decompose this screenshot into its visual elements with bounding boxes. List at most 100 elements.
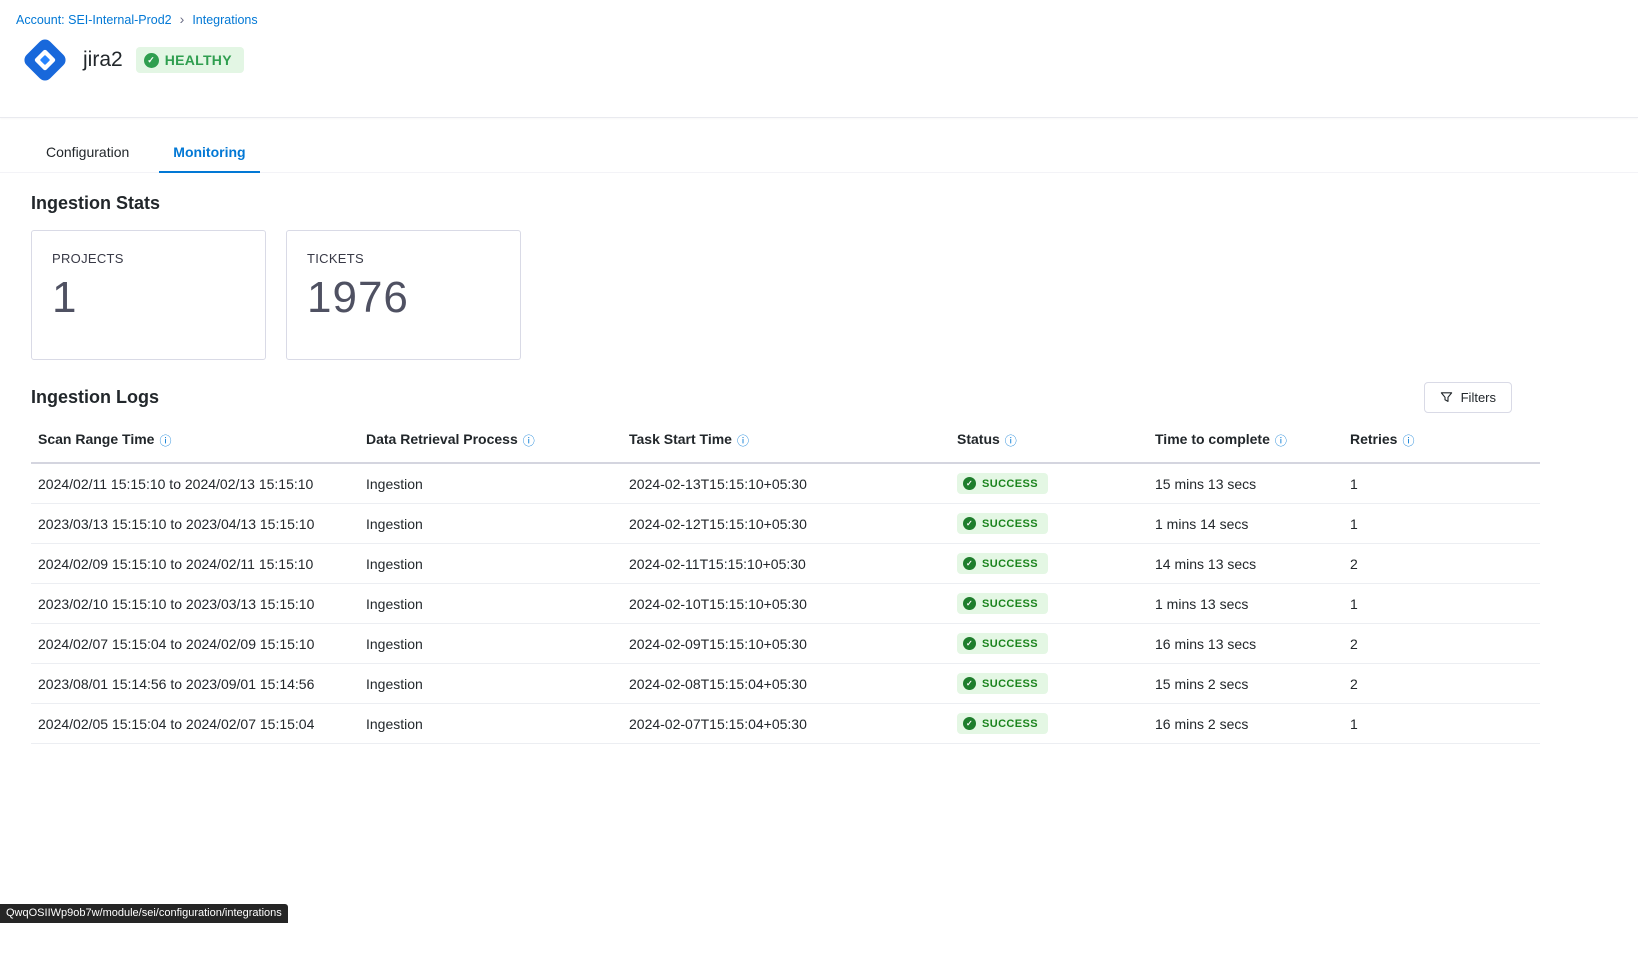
cell-process: Ingestion <box>359 584 622 624</box>
cell-scan_range: 2024/02/09 15:15:10 to 2024/02/11 15:15:… <box>31 544 359 584</box>
tab-configuration[interactable]: Configuration <box>32 134 143 172</box>
filters-button[interactable]: Filters <box>1424 382 1512 413</box>
column-header-status: Statusⓘ <box>950 421 1148 463</box>
tab-monitoring[interactable]: Monitoring <box>159 134 259 173</box>
cell-retries: 2 <box>1343 664 1540 704</box>
check-circle-icon: ✓ <box>963 517 976 530</box>
cell-task_start: 2024-02-08T15:15:04+05:30 <box>622 664 950 704</box>
stat-card-tickets: TICKETS 1976 <box>286 230 521 360</box>
cell-status: ✓ SUCCESS <box>950 664 1148 704</box>
cell-time_to_complete: 16 mins 13 secs <box>1148 624 1343 664</box>
info-icon[interactable]: ⓘ <box>1275 434 1287 448</box>
cell-task_start: 2024-02-11T15:15:10+05:30 <box>622 544 950 584</box>
status-badge: ✓ SUCCESS <box>957 633 1048 654</box>
status-label: SUCCESS <box>982 718 1038 730</box>
cell-process: Ingestion <box>359 664 622 704</box>
cell-retries: 1 <box>1343 504 1540 544</box>
stat-card-value: 1976 <box>307 274 500 322</box>
table-row: 2024/02/05 15:15:04 to 2024/02/07 15:15:… <box>31 704 1540 744</box>
status-label: SUCCESS <box>982 598 1038 610</box>
column-header-scan-range: Scan Range Timeⓘ <box>31 421 359 463</box>
cell-time_to_complete: 1 mins 13 secs <box>1148 584 1343 624</box>
check-circle-icon: ✓ <box>144 53 159 68</box>
check-circle-icon: ✓ <box>963 597 976 610</box>
cell-retries: 1 <box>1343 463 1540 504</box>
cell-process: Ingestion <box>359 504 622 544</box>
health-status-label: HEALTHY <box>165 52 232 68</box>
page-title: jira2 <box>83 48 123 72</box>
column-header-retries: Retriesⓘ <box>1343 421 1540 463</box>
info-icon[interactable]: ⓘ <box>1402 434 1414 448</box>
health-status-badge: ✓ HEALTHY <box>136 47 244 73</box>
check-circle-icon: ✓ <box>963 557 976 570</box>
filter-funnel-icon <box>1440 391 1453 404</box>
cell-process: Ingestion <box>359 463 622 504</box>
stat-card-label: PROJECTS <box>52 251 245 266</box>
status-badge: ✓ SUCCESS <box>957 713 1048 734</box>
status-label: SUCCESS <box>982 478 1038 490</box>
cell-time_to_complete: 1 mins 14 secs <box>1148 504 1343 544</box>
cell-status: ✓ SUCCESS <box>950 624 1148 664</box>
check-circle-icon: ✓ <box>963 637 976 650</box>
cell-process: Ingestion <box>359 624 622 664</box>
status-badge: ✓ SUCCESS <box>957 593 1048 614</box>
cell-scan_range: 2023/03/13 15:15:10 to 2023/04/13 15:15:… <box>31 504 359 544</box>
status-label: SUCCESS <box>982 518 1038 530</box>
stat-card-label: TICKETS <box>307 251 500 266</box>
cell-retries: 2 <box>1343 624 1540 664</box>
cell-time_to_complete: 14 mins 13 secs <box>1148 544 1343 584</box>
cell-status: ✓ SUCCESS <box>950 584 1148 624</box>
info-icon[interactable]: ⓘ <box>1005 434 1017 448</box>
check-circle-icon: ✓ <box>963 717 976 730</box>
cell-task_start: 2024-02-13T15:15:10+05:30 <box>622 463 950 504</box>
table-row: 2023/02/10 15:15:10 to 2023/03/13 15:15:… <box>31 584 1540 624</box>
status-badge: ✓ SUCCESS <box>957 553 1048 574</box>
status-label: SUCCESS <box>982 678 1038 690</box>
cell-status: ✓ SUCCESS <box>950 544 1148 584</box>
cell-status: ✓ SUCCESS <box>950 704 1148 744</box>
cell-scan_range: 2024/02/07 15:15:04 to 2024/02/09 15:15:… <box>31 624 359 664</box>
table-row: 2024/02/11 15:15:10 to 2024/02/13 15:15:… <box>31 463 1540 504</box>
status-bar-url: QwqOSIIWp9ob7w/module/sei/configuration/… <box>0 904 288 923</box>
page-header: Account: SEI-Internal-Prod2 › Integratio… <box>0 0 1638 118</box>
cell-time_to_complete: 15 mins 13 secs <box>1148 463 1343 504</box>
ingestion-logs-heading: Ingestion Logs <box>31 387 159 408</box>
column-header-process: Data Retrieval Processⓘ <box>359 421 622 463</box>
stat-card-value: 1 <box>52 274 245 322</box>
cell-scan_range: 2023/02/10 15:15:10 to 2023/03/13 15:15:… <box>31 584 359 624</box>
title-row: jira2 ✓ HEALTHY <box>16 35 1622 85</box>
breadcrumb: Account: SEI-Internal-Prod2 › Integratio… <box>16 13 1622 27</box>
filters-button-label: Filters <box>1461 390 1496 405</box>
info-icon[interactable]: ⓘ <box>159 434 171 448</box>
ingestion-logs-header: Ingestion Logs Filters <box>31 382 1540 413</box>
cell-retries: 2 <box>1343 544 1540 584</box>
table-header-row: Scan Range Timeⓘ Data Retrieval Processⓘ… <box>31 421 1540 463</box>
cell-process: Ingestion <box>359 544 622 584</box>
status-label: SUCCESS <box>982 638 1038 650</box>
info-icon[interactable]: ⓘ <box>737 434 749 448</box>
check-circle-icon: ✓ <box>963 477 976 490</box>
cell-task_start: 2024-02-12T15:15:10+05:30 <box>622 504 950 544</box>
table-row: 2024/02/07 15:15:04 to 2024/02/09 15:15:… <box>31 624 1540 664</box>
stat-card-projects: PROJECTS 1 <box>31 230 266 360</box>
check-circle-icon: ✓ <box>963 677 976 690</box>
breadcrumb-integrations-link[interactable]: Integrations <box>192 13 257 27</box>
status-badge: ✓ SUCCESS <box>957 473 1048 494</box>
cell-scan_range: 2024/02/05 15:15:04 to 2024/02/07 15:15:… <box>31 704 359 744</box>
info-icon[interactable]: ⓘ <box>523 434 535 448</box>
tab-bar: Configuration Monitoring <box>0 134 1638 173</box>
cell-time_to_complete: 16 mins 2 secs <box>1148 704 1343 744</box>
cell-scan_range: 2023/08/01 15:14:56 to 2023/09/01 15:14:… <box>31 664 359 704</box>
cell-task_start: 2024-02-07T15:15:04+05:30 <box>622 704 950 744</box>
main-content: Ingestion Stats PROJECTS 1 TICKETS 1976 … <box>0 173 1638 744</box>
column-header-task-start: Task Start Timeⓘ <box>622 421 950 463</box>
jira-logo-icon <box>20 35 70 85</box>
ingestion-stats-heading: Ingestion Stats <box>31 193 1638 214</box>
status-badge: ✓ SUCCESS <box>957 673 1048 694</box>
stat-cards: PROJECTS 1 TICKETS 1976 <box>31 230 1638 360</box>
breadcrumb-account-link[interactable]: Account: SEI-Internal-Prod2 <box>16 13 172 27</box>
chevron-right-icon: › <box>180 12 185 26</box>
status-label: SUCCESS <box>982 558 1038 570</box>
ingestion-logs-table: Scan Range Timeⓘ Data Retrieval Processⓘ… <box>31 421 1540 744</box>
table-row: 2024/02/09 15:15:10 to 2024/02/11 15:15:… <box>31 544 1540 584</box>
